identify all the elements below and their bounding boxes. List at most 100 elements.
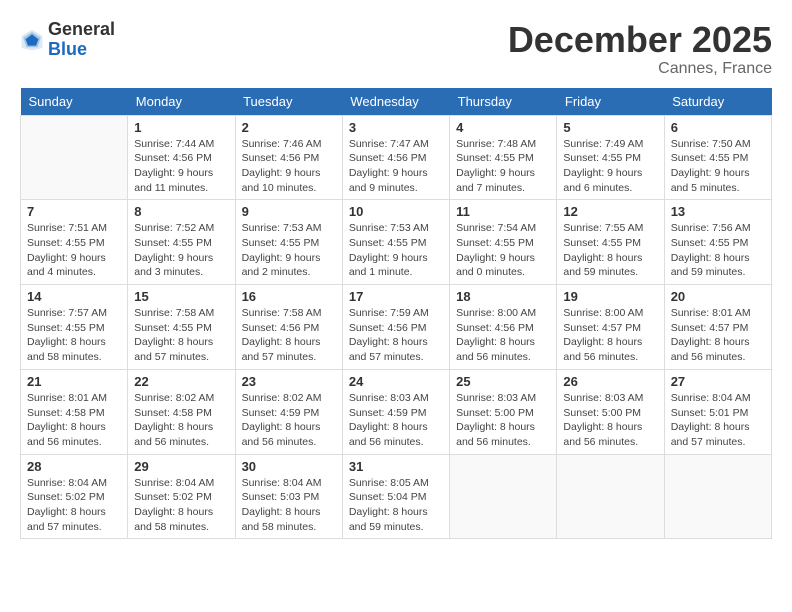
calendar-cell: 29 Sunrise: 8:04 AMSunset: 5:02 PMDayligh… [128, 454, 235, 539]
day-number: 17 [349, 289, 443, 304]
calendar-cell: 22Sunrise: 8:02 AMSunset: 4:58 PMDayligh… [128, 369, 235, 454]
day-info: Sunrise: 8:02 AMSunset: 4:59 PMDaylight:… [242, 391, 336, 450]
day-info: Sunrise: 7:53 AMSunset: 4:55 PMDaylight:… [242, 221, 336, 280]
day-info: Sunrise: 7:49 AMSunset: 4:55 PMDaylight:… [563, 137, 657, 196]
calendar-cell: 21Sunrise: 8:01 AMSunset: 4:58 PMDayligh… [21, 369, 128, 454]
day-number: 9 [242, 204, 336, 219]
day-info: Sunrise: 8:03 AMSunset: 5:00 PMDaylight:… [563, 391, 657, 450]
day-number: 1 [134, 120, 228, 135]
calendar-cell: 2 Sunrise: 7:46 AMSunset: 4:56 PMDaylight… [235, 115, 342, 200]
calendar-cell: 10Sunrise: 7:53 AMSunset: 4:55 PMDayligh… [342, 200, 449, 285]
calendar-cell: 5Sunrise: 7:49 AMSunset: 4:55 PMDaylight… [557, 115, 664, 200]
logo-blue-text: Blue [48, 40, 115, 60]
logo-general-text: General [48, 20, 115, 40]
calendar-cell: 7 Sunrise: 7:51 AMSunset: 4:55 PMDaylight… [21, 200, 128, 285]
calendar-cell: 14 Sunrise: 7:57 AMSunset: 4:55 PMDayligh… [21, 285, 128, 370]
day-info: Sunrise: 7:57 AMSunset: 4:55 PMDaylight:… [27, 306, 121, 365]
calendar-cell: 15 Sunrise: 7:58 AMSunset: 4:55 PMDayligh… [128, 285, 235, 370]
calendar-cell: 28 Sunrise: 8:04 AMSunset: 5:02 PMDayligh… [21, 454, 128, 539]
calendar-cell: 30 Sunrise: 8:04 AMSunset: 5:03 PMDayligh… [235, 454, 342, 539]
day-info: Sunrise: 7:44 AMSunset: 4:56 PMDaylight:… [134, 137, 228, 196]
calendar-week-row: 28 Sunrise: 8:04 AMSunset: 5:02 PMDayligh… [21, 454, 772, 539]
day-info: Sunrise: 8:03 AMSunset: 4:59 PMDaylight:… [349, 391, 443, 450]
day-info: Sunrise: 7:50 AMSunset: 4:55 PMDaylight:… [671, 137, 765, 196]
calendar-cell: 31 Sunrise: 8:05 AMSunset: 5:04 PMDayligh… [342, 454, 449, 539]
title-section: December 2025 Cannes, France [508, 20, 772, 78]
day-number: 19 [563, 289, 657, 304]
day-info: Sunrise: 7:58 AMSunset: 4:55 PMDaylight:… [134, 306, 228, 365]
calendar-cell: 3Sunrise: 7:47 AMSunset: 4:56 PMDaylight… [342, 115, 449, 200]
day-info: Sunrise: 8:04 AMSunset: 5:02 PMDaylight:… [27, 476, 121, 535]
day-number: 21 [27, 374, 121, 389]
calendar-cell: 4 Sunrise: 7:48 AMSunset: 4:55 PMDaylight… [450, 115, 557, 200]
day-info: Sunrise: 8:00 AMSunset: 4:56 PMDaylight:… [456, 306, 550, 365]
calendar-subtitle: Cannes, France [508, 60, 772, 78]
calendar-cell: 1 Sunrise: 7:44 AMSunset: 4:56 PMDaylight… [128, 115, 235, 200]
day-number: 10 [349, 204, 443, 219]
day-info: Sunrise: 7:56 AMSunset: 4:55 PMDaylight:… [671, 221, 765, 280]
calendar-table: SundayMondayTuesdayWednesdayThursdayFrid… [20, 88, 772, 540]
day-number: 8 [134, 204, 228, 219]
day-number: 24 [349, 374, 443, 389]
logo-text: General Blue [48, 20, 115, 60]
day-number: 29 [134, 459, 228, 474]
weekday-header-sunday: Sunday [21, 88, 128, 116]
day-number: 20 [671, 289, 765, 304]
calendar-cell: 6 Sunrise: 7:50 AMSunset: 4:55 PMDaylight… [664, 115, 771, 200]
calendar-cell: 20Sunrise: 8:01 AMSunset: 4:57 PMDayligh… [664, 285, 771, 370]
calendar-cell: 18 Sunrise: 8:00 AMSunset: 4:56 PMDayligh… [450, 285, 557, 370]
day-number: 15 [134, 289, 228, 304]
day-number: 4 [456, 120, 550, 135]
day-number: 7 [27, 204, 121, 219]
logo: General Blue [20, 20, 115, 60]
weekday-header-monday: Monday [128, 88, 235, 116]
weekday-header-wednesday: Wednesday [342, 88, 449, 116]
calendar-cell: 13 Sunrise: 7:56 AMSunset: 4:55 PMDayligh… [664, 200, 771, 285]
day-number: 26 [563, 374, 657, 389]
day-info: Sunrise: 8:04 AMSunset: 5:02 PMDaylight:… [134, 476, 228, 535]
calendar-cell [557, 454, 664, 539]
day-number: 18 [456, 289, 550, 304]
day-number: 14 [27, 289, 121, 304]
day-info: Sunrise: 8:00 AMSunset: 4:57 PMDaylight:… [563, 306, 657, 365]
day-number: 16 [242, 289, 336, 304]
calendar-week-row: 1 Sunrise: 7:44 AMSunset: 4:56 PMDaylight… [21, 115, 772, 200]
day-info: Sunrise: 8:05 AMSunset: 5:04 PMDaylight:… [349, 476, 443, 535]
day-number: 22 [134, 374, 228, 389]
calendar-cell: 12Sunrise: 7:55 AMSunset: 4:55 PMDayligh… [557, 200, 664, 285]
day-number: 28 [27, 459, 121, 474]
weekday-header-saturday: Saturday [664, 88, 771, 116]
weekday-header-row: SundayMondayTuesdayWednesdayThursdayFrid… [21, 88, 772, 116]
calendar-cell: 16Sunrise: 7:58 AMSunset: 4:56 PMDayligh… [235, 285, 342, 370]
day-number: 31 [349, 459, 443, 474]
day-number: 13 [671, 204, 765, 219]
day-info: Sunrise: 8:03 AMSunset: 5:00 PMDaylight:… [456, 391, 550, 450]
calendar-cell: 17 Sunrise: 7:59 AMSunset: 4:56 PMDayligh… [342, 285, 449, 370]
page-header: General Blue December 2025 Cannes, Franc… [20, 20, 772, 78]
weekday-header-thursday: Thursday [450, 88, 557, 116]
day-number: 25 [456, 374, 550, 389]
day-info: Sunrise: 7:59 AMSunset: 4:56 PMDaylight:… [349, 306, 443, 365]
calendar-cell [450, 454, 557, 539]
calendar-cell: 19 Sunrise: 8:00 AMSunset: 4:57 PMDayligh… [557, 285, 664, 370]
day-info: Sunrise: 8:04 AMSunset: 5:03 PMDaylight:… [242, 476, 336, 535]
day-info: Sunrise: 7:51 AMSunset: 4:55 PMDaylight:… [27, 221, 121, 280]
day-number: 12 [563, 204, 657, 219]
calendar-cell: 8Sunrise: 7:52 AMSunset: 4:55 PMDaylight… [128, 200, 235, 285]
weekday-header-friday: Friday [557, 88, 664, 116]
day-number: 6 [671, 120, 765, 135]
day-info: Sunrise: 7:54 AMSunset: 4:55 PMDaylight:… [456, 221, 550, 280]
day-number: 2 [242, 120, 336, 135]
calendar-cell: 23Sunrise: 8:02 AMSunset: 4:59 PMDayligh… [235, 369, 342, 454]
weekday-header-tuesday: Tuesday [235, 88, 342, 116]
calendar-cell: 11Sunrise: 7:54 AMSunset: 4:55 PMDayligh… [450, 200, 557, 285]
logo-icon [20, 28, 44, 52]
calendar-week-row: 14 Sunrise: 7:57 AMSunset: 4:55 PMDayligh… [21, 285, 772, 370]
day-info: Sunrise: 7:46 AMSunset: 4:56 PMDaylight:… [242, 137, 336, 196]
calendar-cell: 26 Sunrise: 8:03 AMSunset: 5:00 PMDayligh… [557, 369, 664, 454]
calendar-week-row: 21Sunrise: 8:01 AMSunset: 4:58 PMDayligh… [21, 369, 772, 454]
day-number: 30 [242, 459, 336, 474]
calendar-cell: 9 Sunrise: 7:53 AMSunset: 4:55 PMDaylight… [235, 200, 342, 285]
day-info: Sunrise: 7:48 AMSunset: 4:55 PMDaylight:… [456, 137, 550, 196]
day-info: Sunrise: 7:47 AMSunset: 4:56 PMDaylight:… [349, 137, 443, 196]
